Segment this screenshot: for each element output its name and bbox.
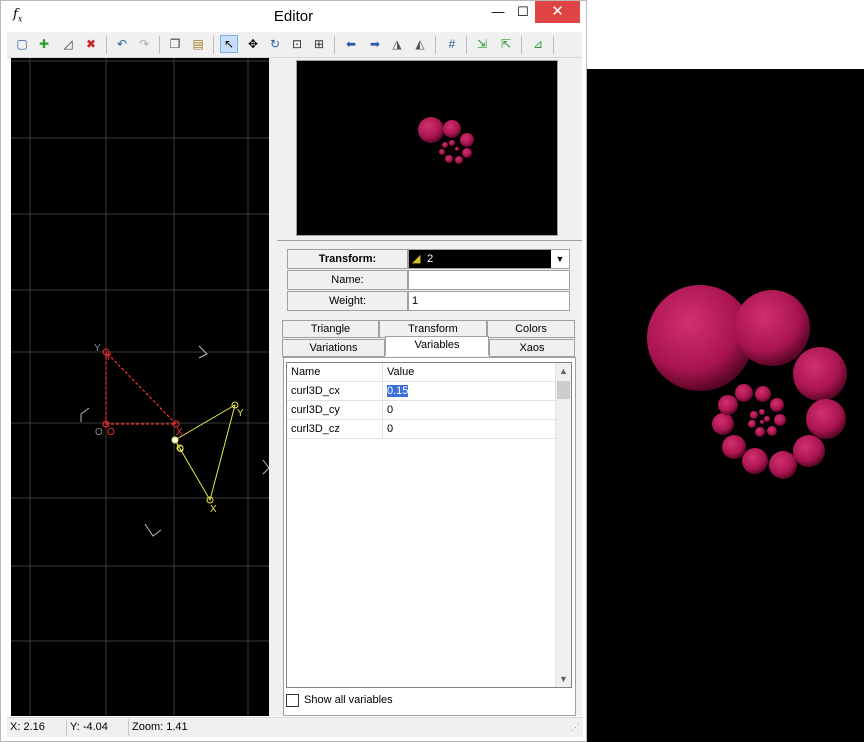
variable-value[interactable]: 0 bbox=[383, 401, 557, 420]
title-bar[interactable]: fx Editor — ☐ ✕ bbox=[1, 1, 586, 31]
variable-value[interactable]: 0 bbox=[383, 420, 557, 439]
variable-name: curl3D_cz bbox=[287, 420, 383, 439]
tab-variables[interactable]: Variables bbox=[385, 336, 489, 356]
flip-h-icon[interactable]: ◮ bbox=[388, 35, 406, 53]
table-row[interactable]: curl3D_cx 0.15 bbox=[287, 382, 557, 401]
right-panel: Transform: ◢ 2 ▼ Name: Weight: 1 Triangl… bbox=[277, 58, 582, 716]
status-x: X: 2.16 bbox=[7, 719, 67, 736]
variable-value[interactable]: 0.15 bbox=[383, 382, 557, 401]
yellow-x-label: X bbox=[210, 504, 217, 515]
name-column-header[interactable]: Name bbox=[287, 363, 383, 382]
post-y-icon[interactable]: ⇱ bbox=[497, 35, 515, 53]
checkbox-box[interactable] bbox=[286, 694, 299, 707]
grid-header: Name Value bbox=[287, 363, 557, 382]
variables-tab-page: Name Value curl3D_cx 0.15 curl3D_cy 0 cu… bbox=[283, 357, 576, 716]
transform-value: 2 bbox=[427, 253, 434, 265]
new-icon[interactable]: ▢ bbox=[13, 35, 31, 53]
status-bar: X: 2.16 Y: -4.04 Zoom: 1.41 ⋰ bbox=[7, 717, 583, 737]
vertical-splitter[interactable] bbox=[269, 58, 277, 716]
weight-row: Weight: 1 bbox=[287, 291, 570, 311]
value-column-header[interactable]: Value bbox=[383, 363, 557, 382]
tab-colors[interactable]: Colors bbox=[487, 320, 575, 338]
variable-name: curl3D_cx bbox=[287, 382, 383, 401]
fit-icon[interactable]: ⊞ bbox=[310, 35, 328, 53]
table-row[interactable]: curl3D_cz 0 bbox=[287, 420, 557, 439]
copy-icon[interactable]: ❐ bbox=[166, 35, 184, 53]
status-y: Y: -4.04 bbox=[67, 719, 129, 736]
yellow-y-label: Y bbox=[237, 408, 244, 419]
resize-grip-icon[interactable]: ⋰ bbox=[571, 722, 580, 733]
chevron-down-icon[interactable]: ▼ bbox=[551, 250, 569, 268]
red-triangle[interactable]: O O X Y Y bbox=[94, 343, 183, 438]
triangle-icon: ◢ bbox=[412, 253, 421, 265]
move-icon[interactable]: ✥ bbox=[244, 35, 262, 53]
select-icon[interactable]: ↖ bbox=[220, 35, 238, 53]
left-icon[interactable]: ⬅ bbox=[342, 35, 360, 53]
scale-icon[interactable]: ⊡ bbox=[288, 35, 306, 53]
close-button[interactable]: ✕ bbox=[535, 1, 580, 23]
horizontal-splitter[interactable] bbox=[277, 240, 582, 243]
flame-preview bbox=[296, 60, 558, 236]
reset-icon[interactable]: ⊿ bbox=[529, 35, 547, 53]
toolbar: ▢ ✚ ◿ ✖ ↶ ↷ ❐ ▤ ↖ ✥ ↻ ⊡ ⊞ ⬅ ➡ ◮ ◭ # ⇲ ⇱ … bbox=[7, 32, 582, 58]
flip-v-icon[interactable]: ◭ bbox=[411, 35, 429, 53]
duplicate-icon[interactable]: ◿ bbox=[59, 35, 77, 53]
red-o-shadow-label: O bbox=[95, 427, 103, 438]
weight-label: Weight: bbox=[287, 291, 408, 311]
delete-icon[interactable]: ✖ bbox=[82, 35, 100, 53]
variables-grid[interactable]: Name Value curl3D_cx 0.15 curl3D_cy 0 cu… bbox=[286, 362, 572, 688]
scrollbar-thumb[interactable] bbox=[557, 381, 570, 399]
post-x-icon[interactable]: ⇲ bbox=[473, 35, 491, 53]
editor-window: fx Editor — ☐ ✕ ▢ ✚ ◿ ✖ ↶ ↷ ❐ ▤ ↖ ✥ ↻ ⊡ … bbox=[0, 0, 587, 742]
name-row: Name: bbox=[287, 270, 570, 290]
transform-select[interactable]: ◢ 2 ▼ bbox=[408, 249, 570, 269]
flame-render-background bbox=[586, 69, 864, 742]
chevron-down-icon[interactable]: ▼ bbox=[556, 671, 571, 687]
show-all-label: Show all variables bbox=[304, 694, 393, 706]
transform-label: Transform: bbox=[287, 249, 408, 269]
red-o-label: O bbox=[107, 427, 115, 438]
right-icon[interactable]: ➡ bbox=[366, 35, 384, 53]
flame-render-image bbox=[647, 285, 847, 479]
name-field[interactable] bbox=[408, 270, 570, 290]
triangle-editor-canvas[interactable]: O O X Y Y O Y X bbox=[11, 58, 269, 716]
paste-icon[interactable]: ▤ bbox=[189, 35, 207, 53]
transform-row: Transform: ◢ 2 ▼ bbox=[287, 249, 570, 269]
chevron-up-icon[interactable]: ▲ bbox=[556, 363, 571, 379]
name-label: Name: bbox=[287, 270, 408, 290]
grid-icon[interactable]: # bbox=[443, 35, 461, 53]
red-y-label: Y bbox=[105, 352, 112, 363]
preview-image bbox=[418, 117, 474, 164]
status-zoom: Zoom: 1.41 bbox=[132, 721, 188, 733]
tab-xaos[interactable]: Xaos bbox=[489, 339, 575, 357]
yellow-o-label: O bbox=[177, 444, 184, 454]
table-row[interactable]: curl3D_cy 0 bbox=[287, 401, 557, 420]
variable-value-selected[interactable]: 0.15 bbox=[387, 385, 409, 397]
variable-name: curl3D_cy bbox=[287, 401, 383, 420]
tab-triangle[interactable]: Triangle bbox=[282, 320, 379, 338]
vertical-scrollbar[interactable]: ▲ ▼ bbox=[555, 363, 571, 687]
tab-variations[interactable]: Variations bbox=[282, 339, 385, 357]
rotate-icon[interactable]: ↻ bbox=[266, 35, 284, 53]
red-y-shadow-label: Y bbox=[94, 343, 101, 354]
undo-icon[interactable]: ↶ bbox=[113, 35, 131, 53]
add-icon[interactable]: ✚ bbox=[35, 35, 53, 53]
redo-icon[interactable]: ↷ bbox=[135, 35, 153, 53]
weight-field[interactable]: 1 bbox=[408, 291, 570, 311]
